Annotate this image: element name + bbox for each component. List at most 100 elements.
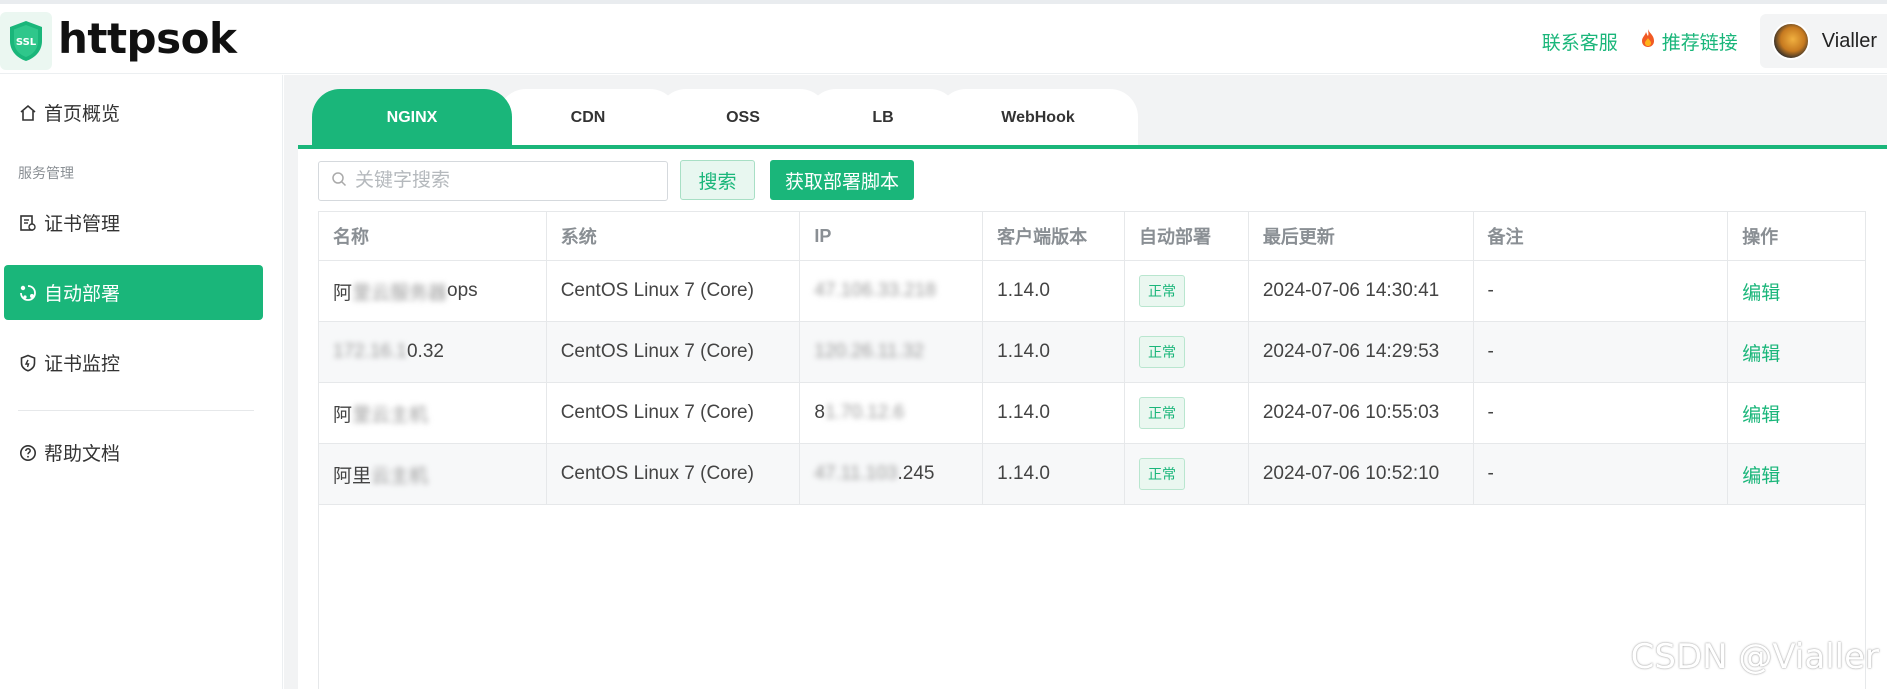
status-badge: 正常 — [1138, 397, 1185, 429]
tab-label: WebHook — [1001, 109, 1075, 126]
sidebar-item-label: 帮助文档 — [44, 444, 121, 465]
user-menu[interactable]: Vialler — [1759, 14, 1887, 68]
username: Vialler — [1821, 29, 1877, 52]
cell-auto-deploy: 正常 — [1125, 261, 1249, 321]
tab-webhook[interactable]: WebHook — [938, 89, 1138, 147]
search-icon — [331, 171, 347, 192]
search-button[interactable]: 搜索 — [680, 160, 755, 200]
cell-system: CentOS Linux 7 (Core) — [547, 383, 801, 443]
watermark: CSDN @Vialler — [1630, 637, 1879, 677]
status-badge: 正常 — [1138, 336, 1185, 368]
cell-system: CentOS Linux 7 (Core) — [547, 261, 801, 321]
sidebar-item-monitoring[interactable]: 证书监控 — [4, 335, 263, 390]
table-header: 名称 系统 IP 客户端版本 自动部署 最后更新 备注 操作 — [319, 211, 1865, 261]
column-header[interactable]: 系统 — [547, 212, 801, 260]
edit-link[interactable]: 编辑 — [1742, 461, 1780, 488]
tab-label: OSS — [726, 109, 760, 126]
tab-nginx[interactable]: NGINX — [312, 89, 512, 147]
tab-label: LB — [872, 109, 894, 126]
cell-updated: 2024-07-06 10:55:03 — [1249, 383, 1474, 443]
referral-link[interactable]: 推荐链接 — [1640, 28, 1738, 55]
referral-label: 推荐链接 — [1661, 32, 1738, 54]
get-deploy-script-button[interactable]: 获取部署脚本 — [770, 160, 914, 200]
cell-version: 1.14.0 — [983, 444, 1125, 504]
edit-link[interactable]: 编辑 — [1742, 339, 1780, 366]
servers-panel: 搜索 获取部署脚本 名称 系统 IP 客户端版本 自动部署 最后更新 备注 操作… — [298, 149, 1887, 689]
table-row: 172.16.1 0.32 CentOS Linux 7 (Core) 120.2… — [319, 322, 1865, 383]
cell-action: 编辑 — [1728, 383, 1865, 443]
cell-action: 编辑 — [1728, 261, 1865, 321]
status-badge: 正常 — [1138, 458, 1185, 490]
top-header: SSL httpsok 联系客服 推荐链接 Vialler — [0, 4, 1887, 74]
sidebar-item-label: 自动部署 — [44, 284, 121, 305]
cell-remark: - — [1474, 322, 1729, 382]
cell-name: 阿里云服务器 ops — [319, 261, 547, 321]
header-actions: 联系客服 推荐链接 Vialler — [1542, 14, 1887, 68]
servers-table: 名称 系统 IP 客户端版本 自动部署 最后更新 备注 操作 阿里云服务器 ops… — [318, 211, 1866, 689]
tab-label: NGINX — [386, 109, 438, 126]
cell-system: CentOS Linux 7 (Core) — [547, 322, 801, 382]
sidebar-divider — [18, 410, 254, 411]
cell-auto-deploy: 正常 — [1125, 383, 1249, 443]
certificate-icon — [18, 213, 38, 233]
sidebar-item-help[interactable]: 帮助文档 — [4, 425, 263, 480]
cell-action: 编辑 — [1728, 322, 1865, 382]
cell-updated: 2024-07-06 14:30:41 — [1249, 261, 1474, 321]
cell-ip: 120.26.11.32 — [800, 322, 984, 382]
avatar — [1771, 22, 1810, 60]
column-header[interactable]: IP — [800, 212, 984, 260]
search-field[interactable] — [318, 161, 668, 201]
cell-updated: 2024-07-06 10:52:10 — [1249, 444, 1474, 504]
cell-ip: 47.11.103.245 — [800, 444, 984, 504]
tab-cdn[interactable]: CDN — [498, 89, 678, 147]
cell-auto-deploy: 正常 — [1125, 444, 1249, 504]
sidebar-item-label: 首页概览 — [44, 104, 121, 125]
cell-ip: 47.10 6.33.218 — [800, 261, 984, 321]
help-icon — [18, 443, 38, 463]
cell-version: 1.14.0 — [983, 383, 1125, 443]
table-row: 阿里 云主机 CentOS Linux 7 (Core) 47.11.103.24… — [319, 444, 1865, 505]
column-header[interactable]: 名称 — [319, 212, 547, 260]
tab-oss[interactable]: OSS — [658, 89, 828, 147]
cell-version: 1.14.0 — [983, 261, 1125, 321]
main-content: WebHook LB OSS CDN NGINX 搜索 获取部署脚本 名称 系统… — [284, 75, 1887, 689]
cell-system: CentOS Linux 7 (Core) — [547, 444, 801, 504]
table-row: 阿里云主机 CentOS Linux 7 (Core) 8 1.70.12.6 1… — [319, 383, 1865, 444]
tab-lb[interactable]: LB — [808, 89, 958, 147]
sidebar-item-certificates[interactable]: 证书管理 — [4, 195, 263, 250]
column-header[interactable]: 操作 — [1728, 212, 1865, 260]
home-icon — [18, 103, 38, 123]
cell-updated: 2024-07-06 14:29:53 — [1249, 322, 1474, 382]
contact-support-link[interactable]: 联系客服 — [1542, 28, 1618, 55]
cell-remark: - — [1474, 444, 1729, 504]
sidebar-item-overview[interactable]: 首页概览 — [4, 85, 263, 140]
cell-version: 1.14.0 — [983, 322, 1125, 382]
search-input[interactable] — [355, 170, 655, 192]
ssl-logo-icon[interactable]: SSL — [0, 12, 52, 70]
edit-link[interactable]: 编辑 — [1742, 400, 1780, 427]
column-header[interactable]: 自动部署 — [1125, 212, 1249, 260]
column-header[interactable]: 最后更新 — [1249, 212, 1474, 260]
column-header[interactable]: 备注 — [1474, 212, 1729, 260]
table-row: 阿里云服务器 ops CentOS Linux 7 (Core) 47.10 6.3… — [319, 261, 1865, 322]
cell-auto-deploy: 正常 — [1125, 322, 1249, 382]
column-header[interactable]: 客户端版本 — [983, 212, 1125, 260]
cell-name: 阿里云主机 — [319, 444, 547, 504]
cell-action: 编辑 — [1728, 444, 1865, 504]
status-badge: 正常 — [1138, 275, 1185, 307]
nav-group-label: 服务管理 — [18, 165, 74, 181]
cell-remark: - — [1474, 261, 1729, 321]
sidebar-item-label: 证书监控 — [44, 354, 121, 375]
deploy-icon — [18, 283, 38, 303]
cell-name: 172.16.1 0.32 — [319, 322, 547, 382]
cell-name: 阿里云主机 — [319, 383, 547, 443]
cell-remark: - — [1474, 383, 1729, 443]
sidebar-item-auto-deploy[interactable]: 自动部署 — [4, 265, 263, 320]
edit-link[interactable]: 编辑 — [1742, 278, 1780, 305]
cell-ip: 8 1.70.12.6 — [800, 383, 984, 443]
brand-name[interactable]: httpsok — [58, 14, 237, 63]
logo-badge-text: SSL — [16, 37, 37, 48]
tab-label: CDN — [570, 109, 606, 126]
flame-icon — [1640, 28, 1656, 54]
sidebar-item-label: 证书管理 — [44, 214, 121, 235]
